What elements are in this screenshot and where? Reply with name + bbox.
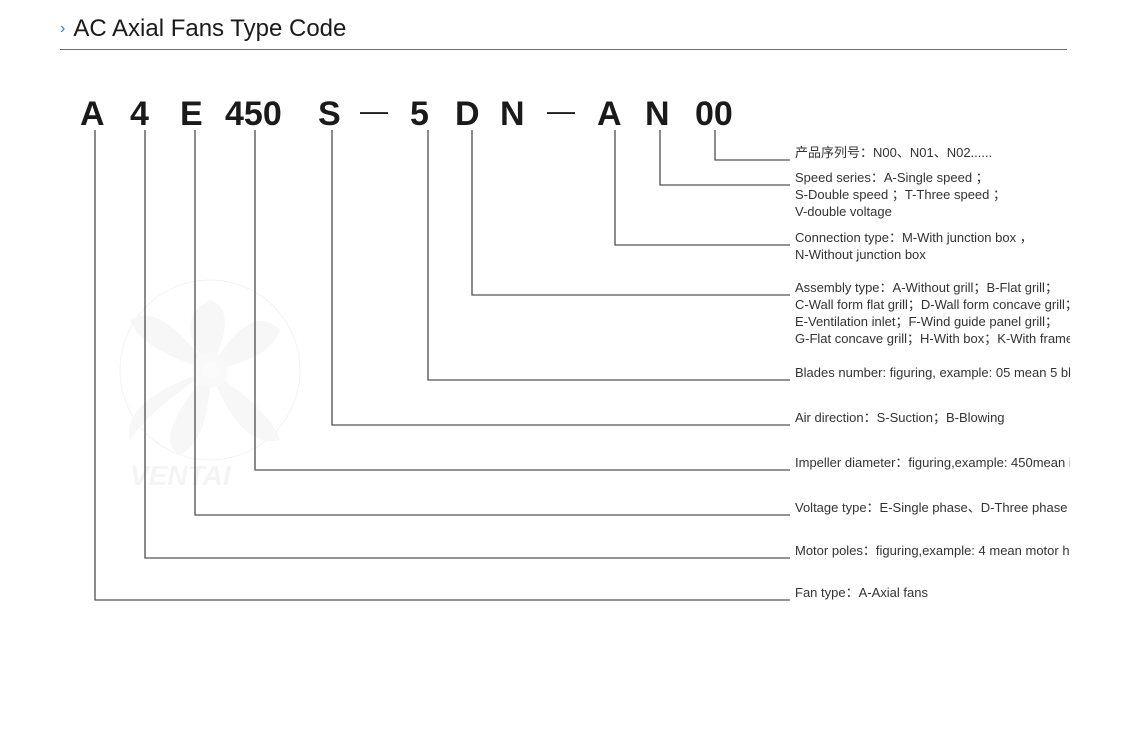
code-E: E (180, 95, 203, 133)
label-assembly-3: E-Ventilation inlet；F-Wind guide panel g… (795, 314, 1058, 330)
label-connection-1: Connection type：M-With junction box ， (795, 230, 1033, 245)
label-motor-poles: Motor poles：figuring,example: 4 mean mot… (795, 543, 1070, 558)
code-dash1: — (360, 95, 388, 126)
header: › AC Axial Fans Type Code (60, 15, 1067, 43)
label-assembly-2: C-Wall form flat grill；D-Wall form conca… (795, 297, 1070, 313)
code-5: 5 (410, 95, 429, 133)
code-450: 450 (225, 95, 282, 133)
page-title: AC Axial Fans Type Code (73, 15, 346, 43)
label-assembly-4: G-Flat concave grill；H-With box；K-With f… (795, 331, 1070, 347)
code-A: A (80, 95, 105, 133)
label-blades: Blades number: figuring, example: 05 mea… (795, 365, 1070, 380)
label-speed-series-1: Speed series：A-Single speed ； (795, 170, 989, 186)
code-N1: N (500, 95, 525, 133)
label-voltage: Voltage type：E-Single phase、D-Three phas… (795, 500, 1067, 515)
code-00: 00 (695, 95, 733, 133)
code-D: D (455, 95, 480, 133)
code-S: S (318, 95, 341, 133)
label-speed-series-3: V-double voltage (795, 204, 892, 219)
label-connection-2: N-Without junction box (795, 247, 926, 262)
label-impeller: Impeller diameter：figuring,example: 450m… (795, 455, 1070, 470)
code-dash2: — (547, 95, 575, 126)
label-assembly-1: Assembly type：A-Without grill；B-Flat gri… (795, 280, 1058, 296)
code-N2: N (645, 95, 670, 133)
code-A2: A (597, 95, 622, 133)
label-air-direction: Air direction：S-Suction；B-Blowing (795, 410, 1005, 426)
type-code-diagram: VENTAI A 4 E 450 S — 5 D N — A N 00 (60, 70, 1070, 710)
page-container: › AC Axial Fans Type Code VENTAI A 4 E 4… (0, 0, 1127, 735)
label-product-series: 产品序列号：N00、N01、N02...... (795, 145, 992, 160)
label-fan-type: Fan type：A-Axial fans (795, 585, 928, 600)
label-speed-series-2: S-Double speed ；T-Three speed ； (795, 187, 1006, 203)
code-4: 4 (130, 95, 149, 133)
chevron-icon: › (60, 20, 65, 38)
header-divider (60, 49, 1067, 50)
